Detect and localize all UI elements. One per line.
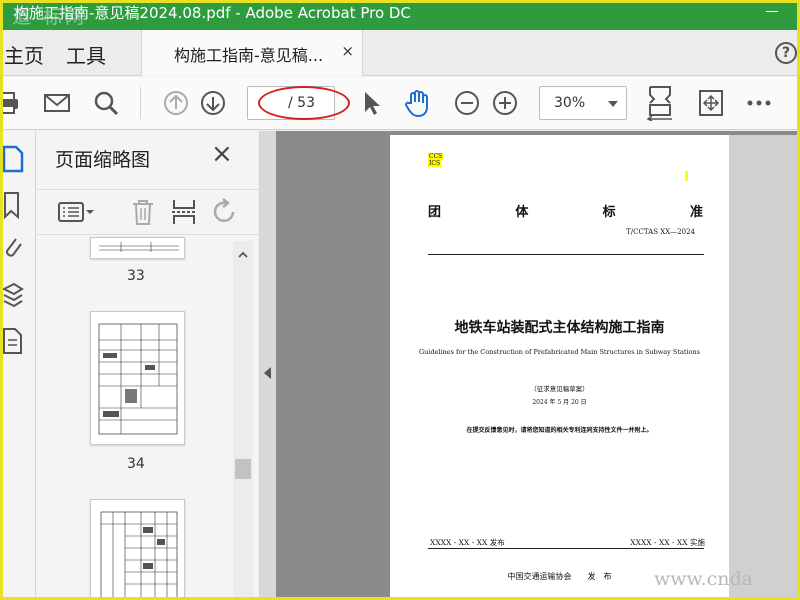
left-icon-strip [0, 131, 36, 600]
zoom-value: 30% [554, 95, 586, 111]
full-screen-icon[interactable] [697, 89, 725, 117]
fit-page-icon[interactable] [646, 85, 674, 121]
prev-page-icon[interactable] [162, 89, 190, 117]
pdf-page: CCS ICS 团 体 标 准 T/CCTAS XX—2024 地铁车站装配式主… [390, 135, 729, 600]
standard-type-heading: 团 体 标 准 [428, 205, 703, 220]
zoom-select[interactable]: 30% [539, 86, 627, 120]
draft-date: 2024 年 5 月 20 日 [532, 399, 587, 406]
document-background-strip [729, 135, 800, 600]
minimize-icon[interactable] [764, 4, 780, 20]
document-title: 地铁车站装配式主体结构施工指南 [454, 320, 665, 336]
rotate-page-icon[interactable] [211, 198, 239, 226]
publish-date: XXXX - XX - XX 发布 [430, 538, 505, 547]
top-rule [428, 254, 704, 255]
thumbnail-content [98, 323, 178, 435]
ccs-highlight: CCS [428, 153, 444, 160]
document-view[interactable]: CCS ICS 团 体 标 准 T/CCTAS XX—2024 地铁车站装配式主… [276, 131, 800, 600]
watermark-bottom: www.cnda [654, 568, 753, 590]
hand-tool-icon[interactable] [403, 89, 431, 117]
thumbnail-label: 34 [127, 456, 145, 472]
title-bar: 构施工指南-意见稿2024.08.pdf - Adobe Acrobat Pro… [0, 0, 800, 30]
document-icon[interactable] [2, 327, 24, 355]
document-tab[interactable]: 构施工指南-意见稿... × [141, 30, 363, 76]
panel-title: 页面缩略图 [55, 149, 151, 171]
delete-page-icon[interactable] [129, 198, 157, 226]
page-total: / 53 [288, 95, 315, 111]
thumbnail-panel: 页面缩略图 × 33 34 [37, 131, 260, 600]
thumbnail-page[interactable] [90, 499, 185, 600]
feedback-note: 在提交反馈意见时，请将您知道的相关专利连同支持性文件一并附上。 [466, 427, 653, 434]
zoom-out-icon[interactable] [453, 89, 481, 117]
next-page-icon[interactable] [199, 89, 227, 117]
page-thumbnails-icon[interactable] [2, 145, 24, 173]
page-number-input[interactable] [248, 87, 280, 119]
close-panel-icon[interactable]: × [211, 141, 233, 167]
nav-tools[interactable]: 工具 [66, 40, 106, 69]
document-tab-label: 构施工指南-意见稿... [174, 46, 324, 65]
thumbnail-content [100, 511, 178, 599]
insert-page-icon[interactable] [170, 198, 198, 226]
implement-date: XXXX - XX - XX 实施 [630, 538, 705, 547]
thumbnail-options-icon[interactable] [57, 198, 97, 226]
tab-bar: 主页 工具 构施工指南-意见稿... × ? [0, 30, 800, 76]
main-toolbar: / 53 30% [0, 77, 800, 130]
ics-highlight: ICS [428, 160, 442, 167]
chevron-up-icon[interactable] [237, 249, 249, 261]
close-tab-icon[interactable]: × [341, 42, 354, 60]
select-cursor-icon[interactable] [358, 89, 386, 117]
thumbnail-page[interactable] [90, 237, 185, 259]
draft-label: （征求意见稿草案） [530, 385, 589, 393]
thumbnail-content [99, 242, 179, 252]
panel-splitter[interactable] [260, 131, 276, 600]
chevron-down-icon [608, 101, 618, 107]
standard-code: T/CCTAS XX—2024 [626, 228, 695, 236]
panel-toolbar [37, 189, 260, 235]
thumbnail-label: 33 [127, 268, 145, 284]
thumbnail-page[interactable] [90, 311, 185, 445]
bookmark-icon[interactable] [2, 191, 24, 219]
email-icon[interactable] [43, 89, 71, 117]
nav-home[interactable]: 主页 [4, 40, 44, 69]
highlight-mark [685, 171, 688, 181]
layers-icon[interactable] [2, 281, 24, 309]
scrollbar-thumb[interactable] [235, 459, 251, 479]
zoom-in-icon[interactable] [491, 89, 519, 117]
toolbar-separator [140, 87, 141, 119]
attachment-icon[interactable] [2, 233, 24, 261]
collapse-panel-icon[interactable] [264, 367, 271, 379]
bottom-rule [428, 548, 704, 549]
watermark-top: 道 标网 [12, 6, 88, 28]
more-icon[interactable] [745, 89, 773, 117]
document-subtitle: Guidelines for the Construction of Prefa… [418, 348, 700, 356]
thumbnail-scrollbar[interactable] [233, 241, 253, 600]
print-icon[interactable] [0, 89, 22, 117]
help-icon[interactable]: ? [775, 42, 797, 64]
search-icon[interactable] [92, 89, 120, 117]
page-number-box: / 53 [247, 86, 335, 120]
